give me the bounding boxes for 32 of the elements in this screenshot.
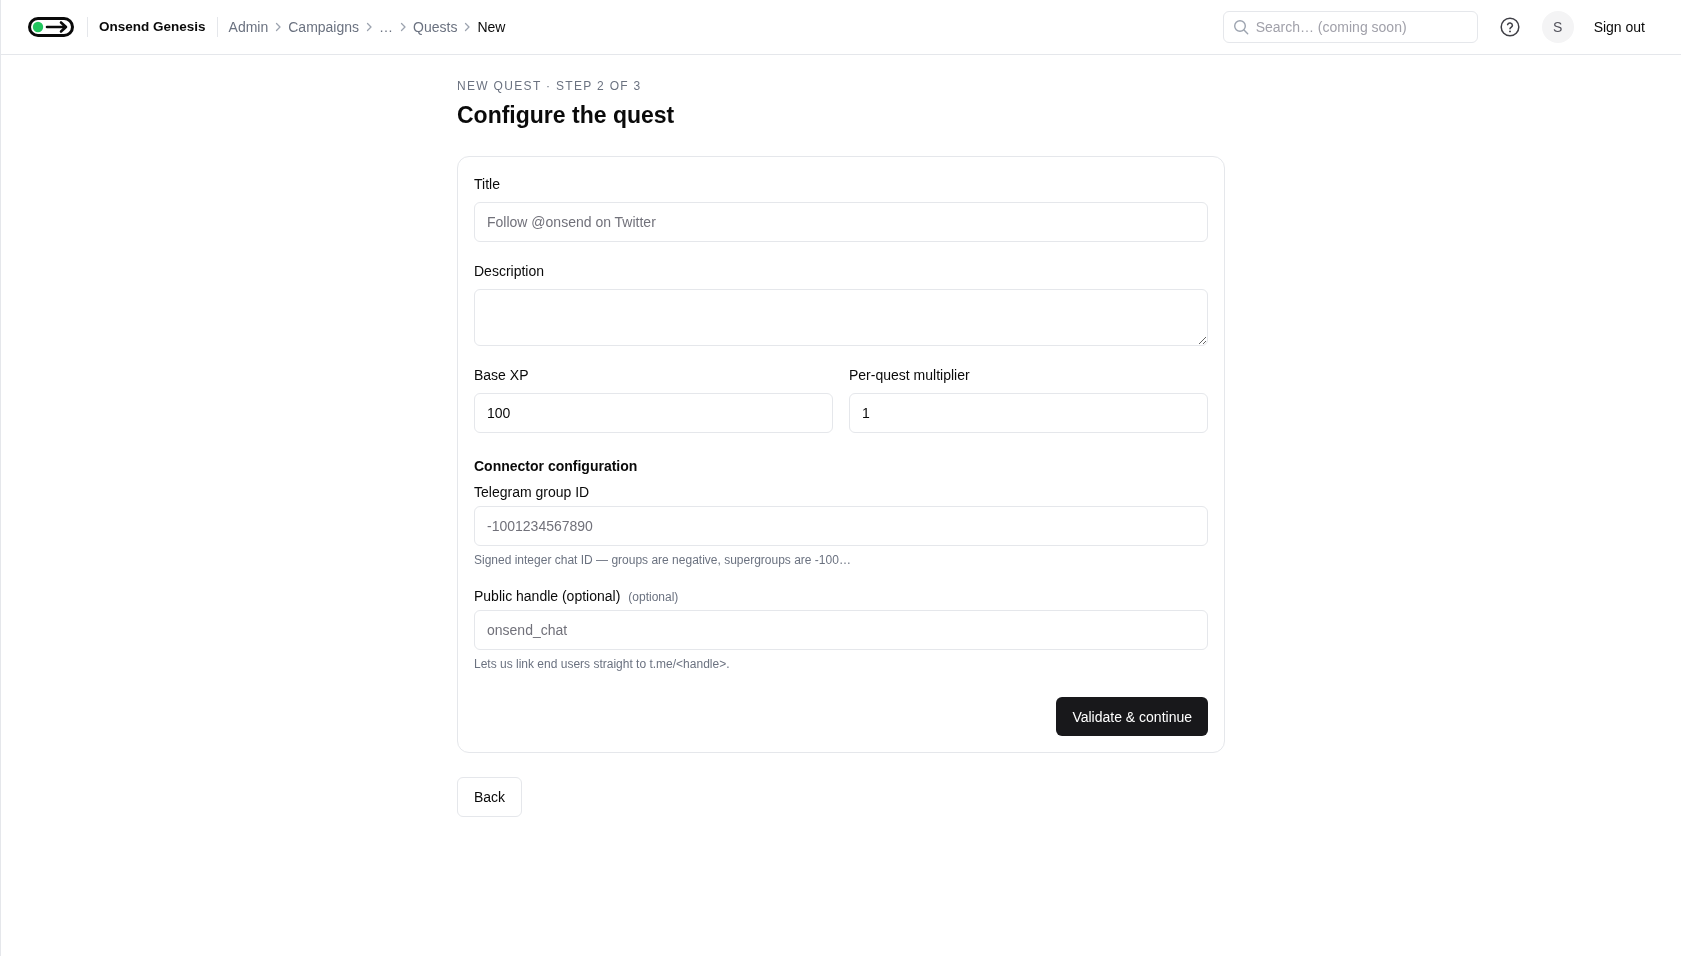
breadcrumb-link[interactable]: Quests <box>413 17 458 37</box>
help-icon[interactable] <box>1499 17 1520 37</box>
toggle-logo[interactable] <box>28 17 74 37</box>
breadcrumb-link[interactable]: Campaigns <box>288 17 360 37</box>
continue-button[interactable]: Validate & continue <box>1056 697 1208 736</box>
search-field[interactable]: Search… (coming soon) <box>1222 11 1478 43</box>
text-field[interactable]: Follow @onsend on Twitter <box>474 202 1208 242</box>
breadcrumb-link[interactable]: Admin <box>228 17 269 37</box>
text-field[interactable]: onsend_chat <box>474 610 1208 650</box>
user-avatar[interactable]: S <box>1541 11 1574 43</box>
text-field[interactable]: 1 <box>849 393 1208 433</box>
field-label: Description <box>474 262 545 281</box>
help-text: Lets us link end users straight to t.me/<handle>. <box>474 656 731 672</box>
field-label: Title <box>474 175 500 194</box>
field-label: Base XP <box>474 366 529 385</box>
breadcrumb-link[interactable]: … <box>379 17 394 37</box>
step-label: NEW QUEST · STEP 2 OF 3 <box>457 78 643 94</box>
sign-out-button[interactable]: Sign out <box>1581 11 1657 43</box>
section-heading: Connector configuration <box>474 457 639 476</box>
help-text: Signed integer chat ID — groups are negative, supergroups are -100… <box>474 552 852 568</box>
breadcrumb-current: New <box>477 18 506 37</box>
field-label: Telegram group ID <box>474 483 590 502</box>
text-field[interactable]: -1001234567890 <box>474 506 1208 546</box>
textarea-field[interactable] <box>474 289 1208 346</box>
text-field[interactable]: 100 <box>474 393 833 433</box>
brand-name: Onsend Genesis <box>99 18 206 36</box>
optional-note: (optional) <box>628 590 679 604</box>
field-label: Per-quest multiplier <box>849 366 970 385</box>
search-icon <box>1232 19 1249 35</box>
page-title: Configure the quest <box>457 101 676 130</box>
field-label: Public handle (optional) <box>474 587 621 606</box>
back-button[interactable]: Back <box>457 777 523 817</box>
